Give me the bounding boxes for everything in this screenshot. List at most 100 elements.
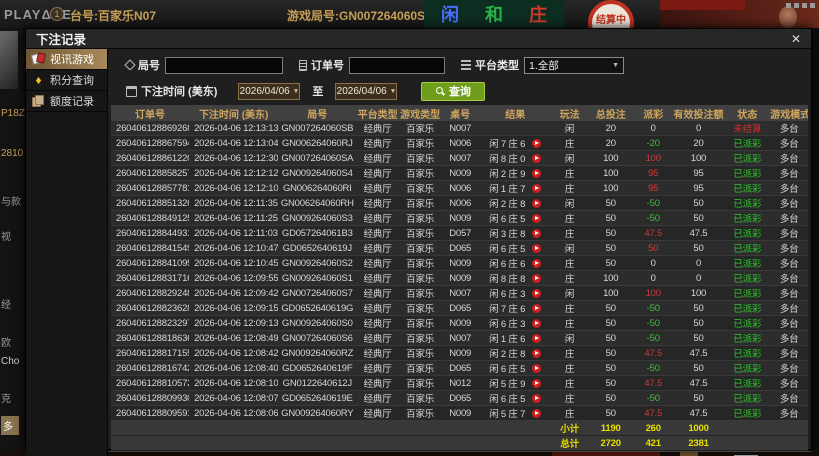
cell-game-type: 百家乐 — [398, 315, 442, 331]
table-row: 260406128831716 2026-04-06 12:09:55 GN0092… — [111, 270, 808, 286]
cell-table-number: N009 — [441, 210, 479, 226]
order-number-input[interactable] — [349, 56, 445, 74]
cell-game-mode: 多台 — [770, 375, 808, 391]
round-indicator-badge: 1 — [50, 7, 64, 21]
cell-payout: -50 — [633, 315, 673, 331]
replay-icon[interactable] — [532, 228, 542, 238]
cell-game-type: 百家乐 — [398, 375, 442, 391]
result-score: 闲 1 庄 7 — [489, 184, 526, 195]
column-header: 游戏类型 — [398, 105, 442, 121]
cell-result: 闲 2 庄 8 — [478, 195, 552, 211]
cell-game-type: 百家乐 — [398, 150, 442, 166]
replay-icon[interactable] — [532, 273, 542, 283]
cell-result: 闲 7 庄 6 — [478, 135, 552, 151]
platform-type-select[interactable]: 1.全部 ▼ — [524, 56, 624, 74]
table-row: 260406128861220 2026-04-06 12:12:30 GN0072… — [111, 150, 808, 166]
replay-icon[interactable] — [532, 378, 542, 388]
sidebar-item-video-games[interactable]: 视讯游戏 — [26, 49, 107, 70]
replay-icon[interactable] — [532, 258, 542, 268]
replay-icon[interactable] — [532, 243, 542, 253]
search-button[interactable]: 查询 — [421, 81, 486, 101]
column-header: 平台类型 — [356, 105, 399, 121]
result-score: 闲 6 庄 5 — [489, 214, 526, 225]
table-row: 260406128809591 2026-04-06 12:08:06 GN0092… — [111, 405, 808, 421]
cell-valid-bet: 100 — [672, 150, 725, 166]
cell-play-type: 庄 — [551, 225, 588, 241]
cell-game-type: 百家乐 — [398, 240, 442, 256]
cell-play-type: 庄 — [551, 180, 588, 196]
cell-game-mode: 多台 — [770, 150, 808, 166]
table-row: 260406128841095 2026-04-06 12:10:45 GN0092… — [111, 255, 808, 271]
replay-icon[interactable] — [532, 333, 542, 343]
cell-table-number: N007 — [441, 121, 479, 136]
cell-payout: -50 — [633, 195, 673, 211]
replay-icon[interactable] — [532, 348, 542, 358]
table-row: 260406128858257 2026-04-06 12:12:12 GN0092… — [111, 165, 808, 181]
result-score: 闲 7 庄 6 — [489, 304, 526, 315]
replay-icon[interactable] — [532, 393, 542, 403]
replay-icon[interactable] — [532, 288, 542, 298]
window-corner-icons[interactable] — [786, 3, 815, 8]
game-round-label: 游戏局号:GN007264060SB — [287, 9, 434, 23]
round-number-input[interactable] — [165, 56, 283, 74]
cell-play-type: 庄 — [551, 405, 588, 421]
table-row: 260406128816742 2026-04-06 12:08:40 GD0652… — [111, 360, 808, 376]
replay-icon[interactable] — [532, 183, 542, 193]
cell-play-type: 庄 — [551, 270, 588, 286]
cell-result: 闲 2 庄 8 — [478, 345, 552, 361]
replay-icon[interactable] — [532, 363, 542, 373]
cell-result: 闲 6 庄 5 — [478, 390, 552, 406]
result-score: 闲 6 庄 6 — [489, 259, 526, 270]
avatar — [0, 31, 18, 89]
bet-records-dialog: 下注记录 ✕ 视讯游戏 ♦ 积分查询 额度记录 局号 订单号 平台类型 1.全部… — [25, 28, 812, 456]
replay-icon[interactable] — [532, 318, 542, 328]
date-range-to-label: 至 — [312, 86, 324, 98]
cell-total-bet: 50 — [587, 240, 634, 256]
cell-total-bet: 50 — [587, 300, 634, 316]
replay-icon[interactable] — [532, 213, 542, 223]
date-from-button[interactable]: 2026/04/06 ▼ — [238, 82, 301, 100]
date-to-button[interactable]: 2026/04/06 ▼ — [335, 82, 398, 100]
cell-round-number: GN009264060S3 — [278, 210, 357, 226]
sidebar-item-points-query[interactable]: ♦ 积分查询 — [26, 70, 107, 91]
cell-play-type: 闲 — [551, 285, 588, 301]
chevron-down-icon: ▼ — [389, 87, 397, 95]
cell-play-type: 庄 — [551, 390, 588, 406]
cell-play-type: 庄 — [551, 315, 588, 331]
cell-game-mode: 多台 — [770, 255, 808, 271]
cell-game-mode: 多台 — [770, 225, 808, 241]
cell-round-number: GN006264060RH — [278, 195, 357, 211]
cell-order-number: 260406128841549 — [111, 240, 190, 256]
result-score: 闲 6 庄 3 — [489, 289, 526, 300]
result-score: 闲 1 庄 6 — [489, 334, 526, 345]
cell-game-mode: 多台 — [770, 405, 808, 421]
sidebar-item-credit-records[interactable]: 额度记录 — [26, 91, 107, 112]
background-fragment: P18Z — [1, 108, 25, 119]
replay-icon[interactable] — [532, 408, 542, 418]
replay-icon[interactable] — [532, 168, 542, 178]
cell-payout: 100 — [633, 285, 673, 301]
summary-value — [441, 420, 479, 436]
cell-order-number: 260406128851326 — [111, 195, 190, 211]
platform-type-label: 平台类型 — [475, 60, 519, 72]
cell-game-type: 百家乐 — [398, 165, 442, 181]
cell-status: 已派彩 — [724, 345, 771, 361]
cell-platform-type: 经典厅 — [356, 240, 399, 256]
cell-game-type: 百家乐 — [398, 255, 442, 271]
summary-value — [278, 420, 357, 436]
cell-round-number: GD0652640619E — [278, 390, 357, 406]
bet-zone-player[interactable]: 闲 — [430, 1, 470, 27]
close-icon[interactable]: ✕ — [791, 33, 801, 45]
replay-icon[interactable] — [532, 153, 542, 163]
replay-icon[interactable] — [532, 138, 542, 148]
cell-table-number: N009 — [441, 405, 479, 421]
cell-play-type: 闲 — [551, 240, 588, 256]
replay-icon[interactable] — [532, 303, 542, 313]
cell-play-type: 庄 — [551, 255, 588, 271]
cell-platform-type: 经典厅 — [356, 330, 399, 346]
game-top-bar: PLAYΔCE 1 台号:百家乐N07 游戏局号:GN007264060SB 闲… — [0, 0, 819, 46]
replay-icon[interactable] — [532, 198, 542, 208]
bet-zone-tie[interactable]: 和 — [474, 1, 514, 27]
cell-game-mode: 多台 — [770, 121, 808, 136]
bet-zone-banker[interactable]: 庄 — [518, 1, 558, 27]
